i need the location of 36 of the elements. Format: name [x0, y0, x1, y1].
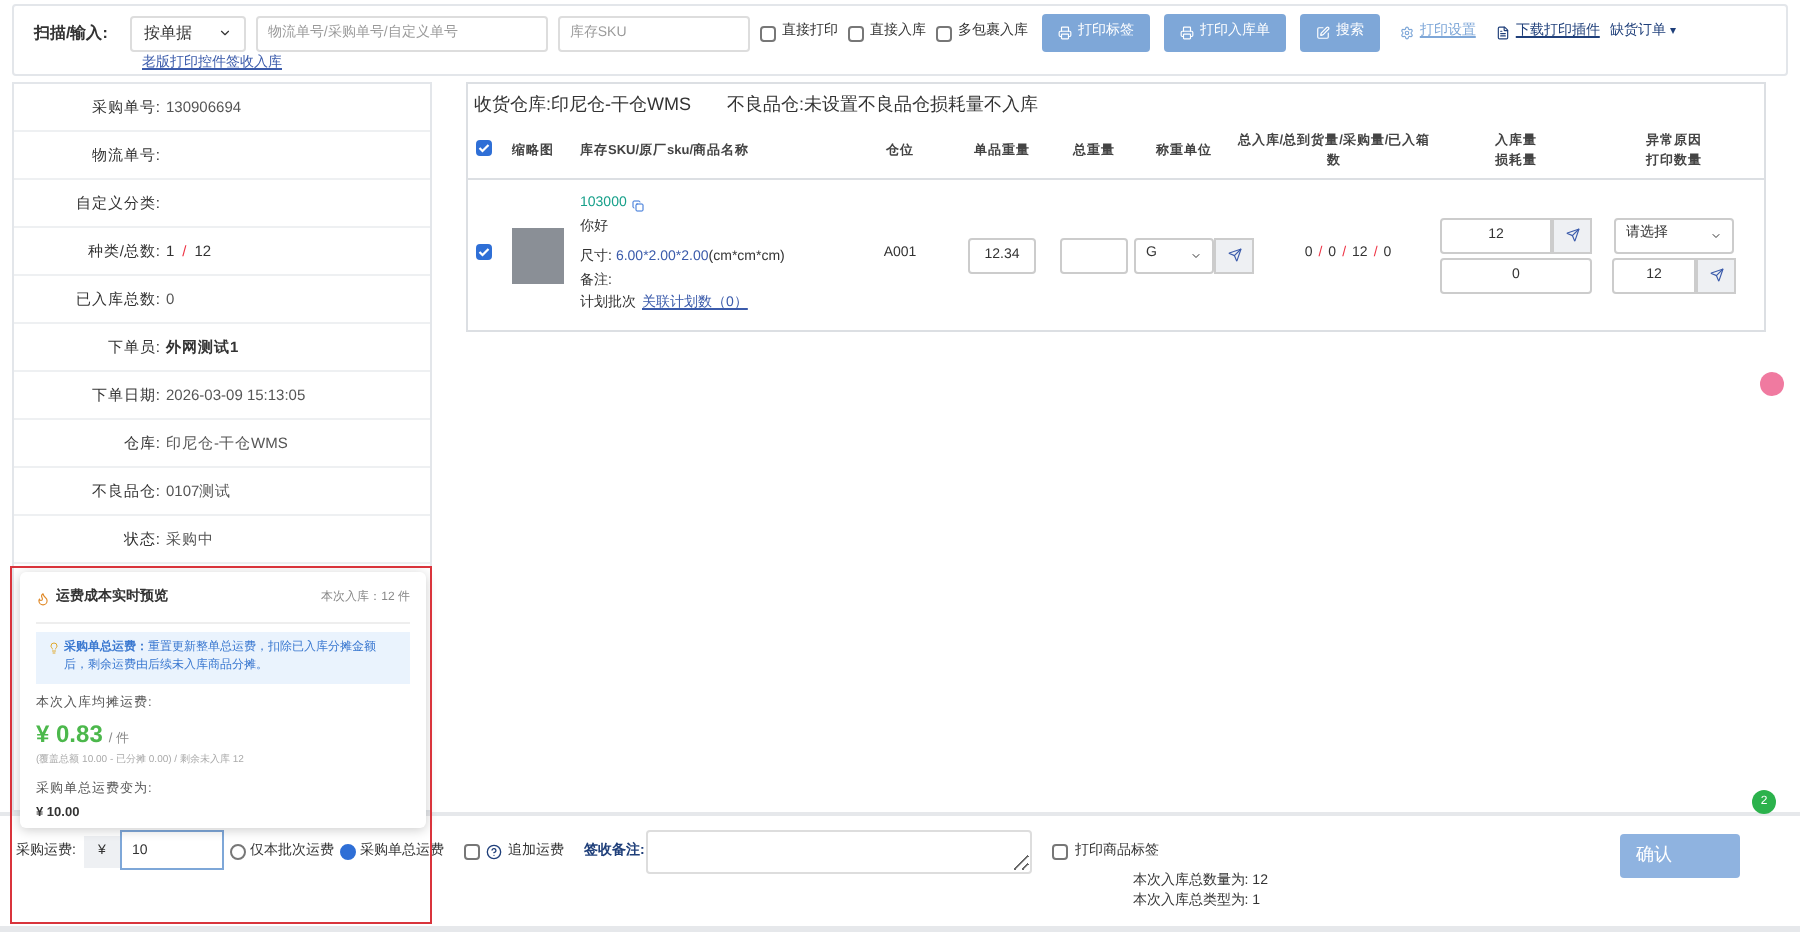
checkbox[interactable] [847, 25, 864, 41]
send-icon [1227, 248, 1241, 262]
printer-icon [1179, 26, 1194, 40]
remark-field[interactable] [646, 830, 1033, 874]
lightbulb-icon [48, 641, 60, 653]
send-button[interactable] [1552, 217, 1592, 253]
flame-icon [36, 591, 50, 606]
mode-select[interactable]: 按单据 [129, 15, 246, 51]
checkbox[interactable] [759, 25, 776, 41]
send-button[interactable] [1696, 257, 1736, 293]
printer-icon [1057, 26, 1072, 40]
photo-placeholder [512, 227, 564, 283]
checkbox[interactable] [1052, 844, 1069, 861]
help-icon [485, 844, 502, 861]
row-checkbox[interactable] [476, 243, 492, 260]
floating-icon[interactable] [1760, 372, 1784, 396]
radio-button[interactable] [339, 844, 356, 861]
copy-icon[interactable] [632, 199, 645, 211]
edit-icon [1315, 26, 1330, 40]
select-all-checkbox[interactable] [476, 140, 492, 157]
settings-icon [1399, 26, 1414, 40]
send-icon [1565, 228, 1579, 242]
file-icon [1495, 26, 1510, 40]
chevron-icon [217, 26, 232, 40]
defect-warehouse-text: 不良品仓:未设置不良品仓损耗量不入库 [727, 92, 1039, 118]
checkbox[interactable] [463, 844, 480, 861]
radio-button[interactable] [229, 844, 246, 861]
chevron-icon [1710, 229, 1722, 241]
chevron-icon [1190, 249, 1202, 261]
scan-label: 扫描/输入: [34, 21, 108, 45]
avg-value: ¥ 0.83 [36, 718, 103, 753]
total-weight-field[interactable] [1060, 237, 1128, 273]
warehouse-text: 收货仓库:印尼仓-干仓WMS [474, 92, 692, 118]
checkbox[interactable] [935, 25, 952, 41]
send-button[interactable] [1214, 237, 1254, 273]
send-icon [1709, 268, 1723, 282]
